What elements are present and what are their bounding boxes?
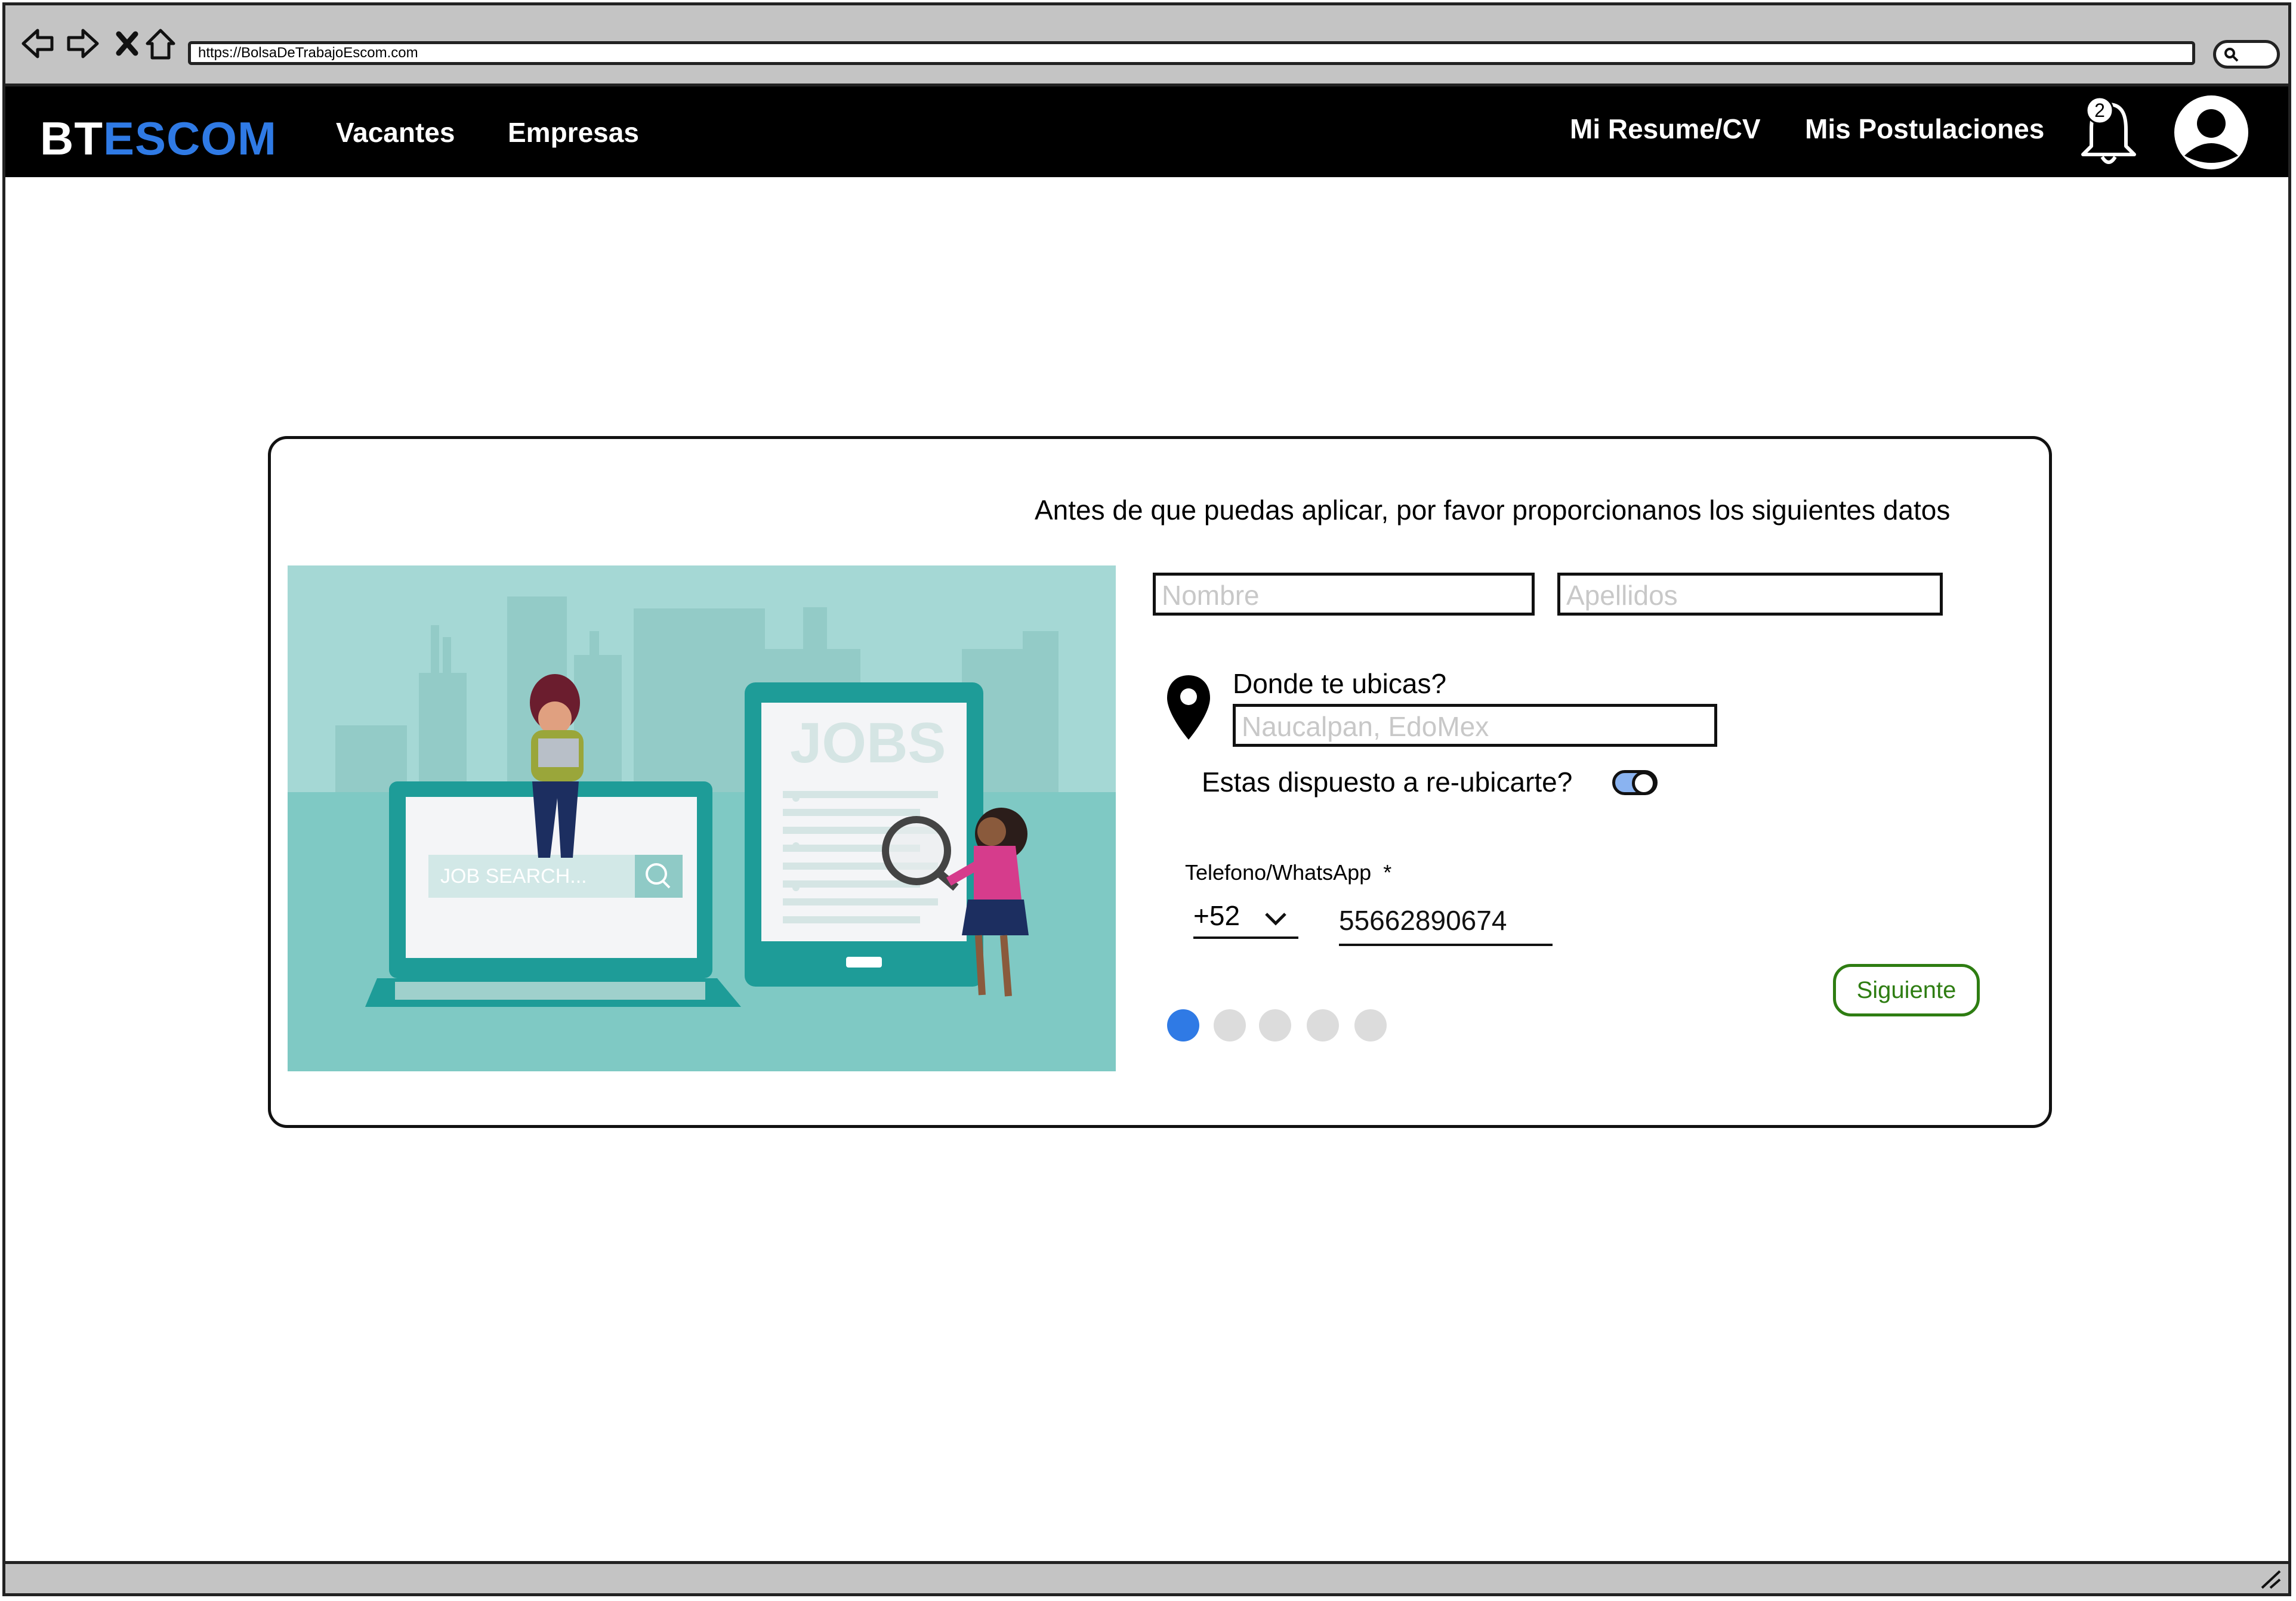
step-dot-2[interactable] [1214, 1009, 1246, 1041]
back-icon[interactable] [20, 26, 55, 61]
resize-grip-icon[interactable] [2258, 1568, 2282, 1589]
jobs-illustration: JOB SEARCH... JOBS [288, 565, 1116, 1071]
logo-bt: BT [40, 112, 103, 165]
chevron-down-icon[interactable] [1264, 910, 1288, 927]
relocate-toggle[interactable] [1612, 770, 1658, 795]
nav-empresas[interactable]: Empresas [508, 116, 639, 149]
home-icon[interactable] [143, 26, 178, 61]
search-icon [2224, 48, 2239, 62]
job-search-text: JOB SEARCH... [440, 865, 587, 888]
step-dot-5[interactable] [1354, 1009, 1387, 1041]
browser-status-bar [5, 1561, 2288, 1593]
nav-mi-resume[interactable]: Mi Resume/CV [1570, 113, 1761, 145]
browser-search-box[interactable] [2213, 40, 2280, 69]
forward-icon[interactable] [65, 26, 101, 61]
phone-underline [1339, 944, 1553, 946]
logo-escom: ESCOM [103, 112, 277, 165]
next-button[interactable]: Siguiente [1833, 964, 1980, 1016]
phone-input[interactable]: 55662890674 [1339, 904, 1507, 937]
relocate-label: Estas dispuesto a re-ubicarte? [1202, 766, 1573, 798]
country-code-underline [1193, 937, 1298, 939]
app-navbar: BTESCOM Vacantes Empresas Mi Resume/CV M… [5, 86, 2288, 177]
notification-badge: 2 [2094, 100, 2105, 121]
bell-icon[interactable]: 2 [2076, 94, 2141, 168]
phone-label-text: Telefono/WhatsApp [1185, 860, 1372, 885]
apellidos-input[interactable]: Apellidos [1557, 573, 1943, 616]
step-dot-4[interactable] [1307, 1009, 1339, 1041]
location-label: Donde te ubicas? [1233, 668, 1447, 699]
browser-window: https://BolsaDeTrabajoEscom.com BTESCOM … [2, 2, 2291, 1596]
required-marker: * [1383, 860, 1392, 885]
nav-vacantes[interactable]: Vacantes [336, 116, 455, 149]
location-pin-icon [1167, 675, 1210, 740]
browser-toolbar: https://BolsaDeTrabajoEscom.com [5, 5, 2288, 86]
nombre-input[interactable]: Nombre [1153, 573, 1535, 616]
application-card: Antes de que puedas aplicar, por favor p… [268, 436, 2052, 1128]
step-dot-3[interactable] [1259, 1009, 1291, 1041]
location-input[interactable]: Naucalpan, EdoMex [1233, 704, 1717, 747]
country-code-select[interactable]: +52 [1193, 900, 1240, 932]
jobs-title-text: JOBS [790, 711, 946, 775]
brand-logo[interactable]: BTESCOM [40, 112, 277, 166]
step-dot-1[interactable] [1167, 1009, 1199, 1041]
user-avatar-icon[interactable] [2171, 92, 2251, 172]
country-code-value: +52 [1193, 900, 1240, 931]
close-icon[interactable] [109, 26, 145, 61]
phone-label: Telefono/WhatsApp * [1185, 860, 1391, 885]
address-bar[interactable]: https://BolsaDeTrabajoEscom.com [188, 41, 2195, 65]
toggle-knob [1632, 771, 1656, 795]
card-heading: Antes de que puedas aplicar, por favor p… [1035, 494, 1951, 526]
nav-mis-postulaciones[interactable]: Mis Postulaciones [1805, 113, 2044, 145]
